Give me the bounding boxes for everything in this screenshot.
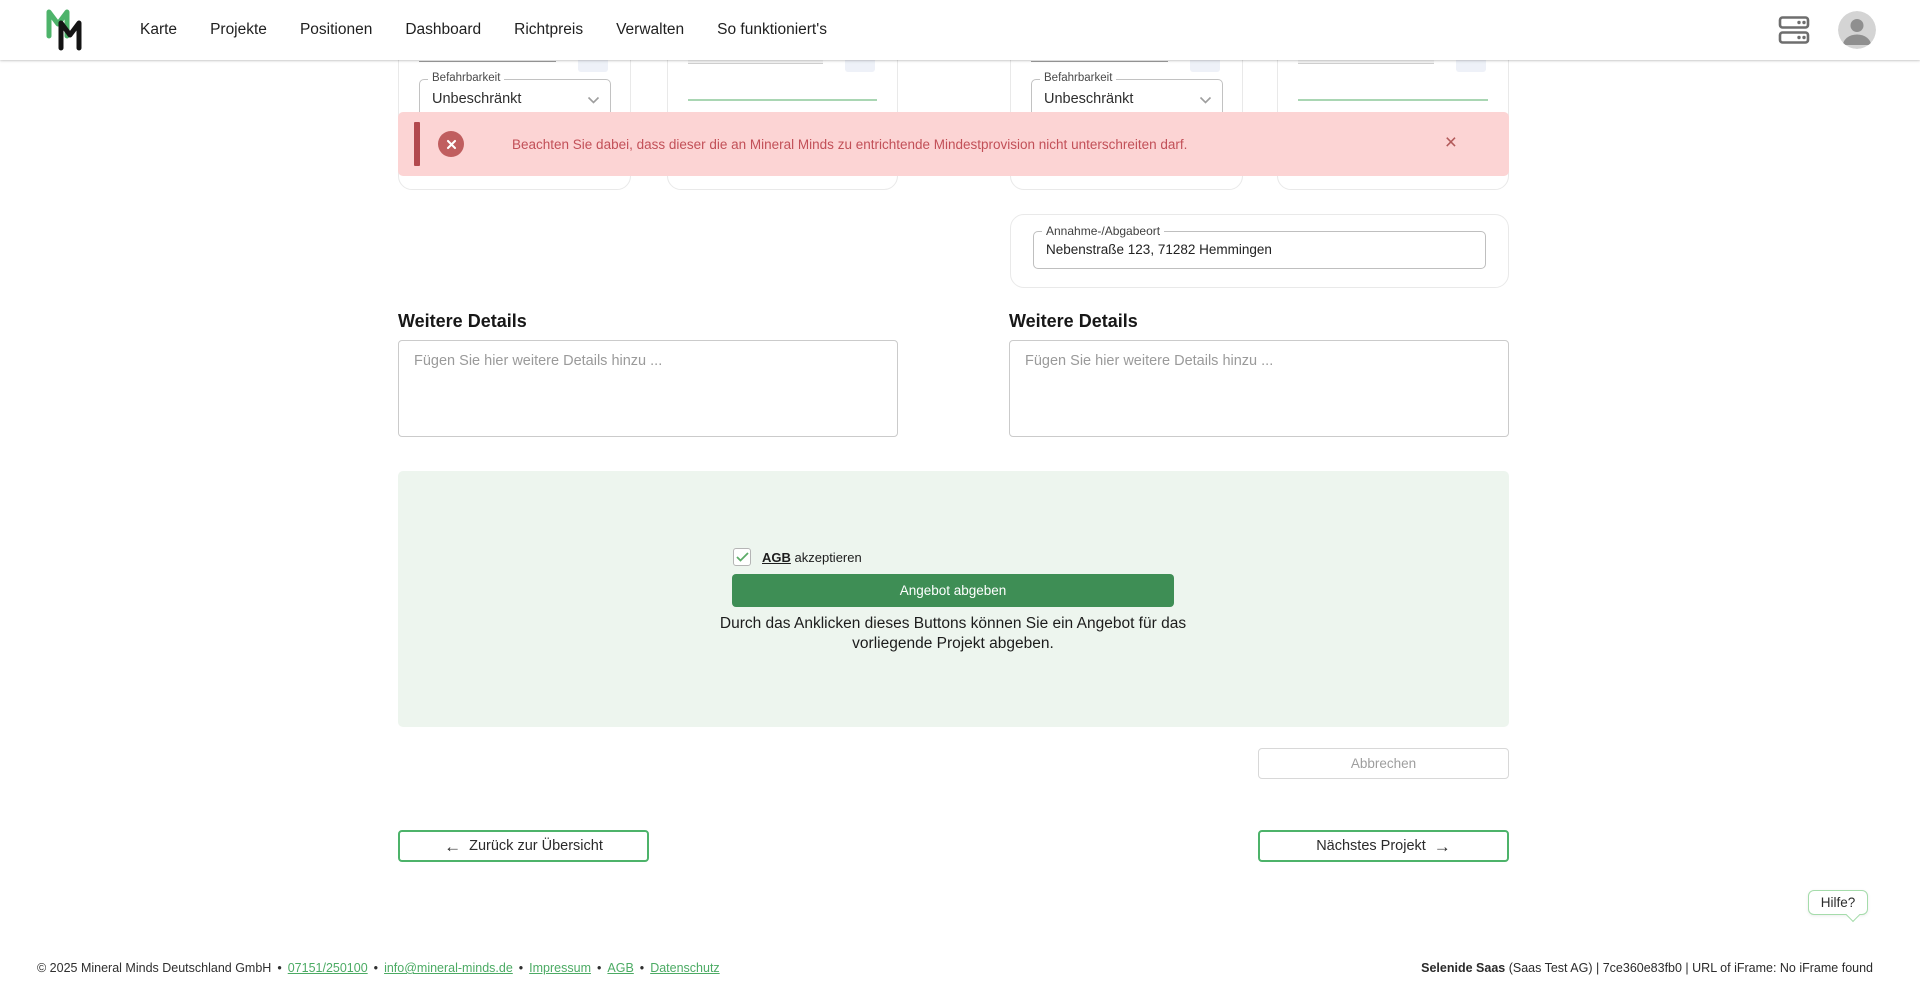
field-label: Annahme-/Abgabeort [1042,224,1164,238]
select-label: Befahrbarkeit [1040,72,1116,84]
arrow-right-icon: → [1434,838,1451,855]
footer-meta: (Saas Test AG) | 7ce360e83fb0 | URL of i… [1505,961,1873,975]
agb-checkbox[interactable] [733,548,751,566]
agb-link[interactable]: AGB [762,550,791,565]
error-circle-icon [438,131,464,157]
nav-item-so-funktionierts[interactable]: So funktioniert's [717,21,827,39]
user-avatar[interactable] [1838,11,1876,49]
details-textarea-right[interactable] [1009,340,1509,437]
mineral-minds-logo[interactable] [44,8,86,52]
chevron-down-icon [587,96,600,104]
nav-item-karte[interactable]: Karte [140,21,177,39]
submit-offer-button[interactable]: Angebot abgeben [732,574,1174,607]
arrow-left-icon: ← [444,838,461,855]
select-label: Befahrbarkeit [428,72,504,84]
agb-label-suffix: akzeptieren [791,550,862,565]
chevron-down-icon [1199,96,1212,104]
help-bubble[interactable]: Hilfe? [1808,890,1868,915]
footer-email-link[interactable]: info@mineral-minds.de [384,961,513,975]
help-label: Hilfe? [1821,895,1856,910]
server-icon[interactable] [1778,15,1810,45]
nav-item-verwalten[interactable]: Verwalten [616,21,684,39]
page: Karte Projekte Positionen Dashboard Rich… [0,0,1920,994]
next-button-label: Nächstes Projekt [1316,838,1426,854]
details-title-left: Weitere Details [398,311,527,332]
navbar-right [1778,0,1876,60]
field-value: Nebenstraße 123, 71282 Hemmingen [1046,242,1272,257]
footer-separator: • [597,961,601,975]
annahme-card: Annahme-/Abgabeort Nebenstraße 123, 7128… [1010,214,1509,288]
offer-description-line2: vorliegende Projekt abgeben. [718,634,1188,654]
footer-agb-link[interactable]: AGB [607,961,633,975]
cancel-button[interactable]: Abbrechen [1258,748,1509,779]
footer-left: © 2025 Mineral Minds Deutschland GmbH • … [37,961,720,975]
footer-separator: • [277,961,281,975]
agb-label: AGB akzeptieren [762,550,862,565]
annahme-abgabeort-field[interactable]: Annahme-/Abgabeort Nebenstraße 123, 7128… [1033,231,1486,269]
select-value: Unbeschränkt [432,91,521,107]
nav-item-projekte[interactable]: Projekte [210,21,267,39]
main-navigation: Karte Projekte Positionen Dashboard Rich… [140,21,827,39]
footer-right: Selenide Saas (Saas Test AG) | 7ce360e83… [1421,961,1873,975]
footer-separator: • [519,961,523,975]
input-underline [688,99,877,101]
footer-datenschutz-link[interactable]: Datenschutz [650,961,719,975]
offer-description: Durch das Anklicken dieses Buttons könne… [718,614,1188,654]
error-accent-bar [414,122,420,166]
agb-row: AGB akzeptieren [733,548,862,566]
back-button-label: Zurück zur Übersicht [469,838,603,854]
back-to-overview-button[interactable]: ← Zurück zur Übersicht [398,830,649,862]
close-icon[interactable]: × [1445,130,1457,156]
error-banner: Beachten Sie dabei, dass dieser die an M… [398,112,1509,176]
details-textarea-left[interactable] [398,340,898,437]
footer-impressum-link[interactable]: Impressum [529,961,591,975]
next-project-button[interactable]: Nächstes Projekt → [1258,830,1509,862]
footer-phone-link[interactable]: 07151/250100 [288,961,368,975]
select-value: Unbeschränkt [1044,91,1133,107]
error-message: Beachten Sie dabei, dass dieser die an M… [512,137,1187,152]
footer-separator: • [640,961,644,975]
nav-item-richtpreis[interactable]: Richtpreis [514,21,583,39]
details-title-right: Weitere Details [1009,311,1138,332]
nav-item-positionen[interactable]: Positionen [300,21,372,39]
offer-description-line1: Durch das Anklicken dieses Buttons könne… [718,614,1188,634]
footer-brand: Selenide Saas [1421,961,1505,975]
nav-item-dashboard[interactable]: Dashboard [405,21,481,39]
top-navbar: Karte Projekte Positionen Dashboard Rich… [0,0,1920,60]
footer-copyright: © 2025 Mineral Minds Deutschland GmbH [37,961,271,975]
input-underline [1298,99,1488,101]
footer-separator: • [374,961,378,975]
help-bubble-tail [1846,908,1860,922]
offer-panel: AGB akzeptieren Angebot abgeben Durch da… [398,471,1509,727]
